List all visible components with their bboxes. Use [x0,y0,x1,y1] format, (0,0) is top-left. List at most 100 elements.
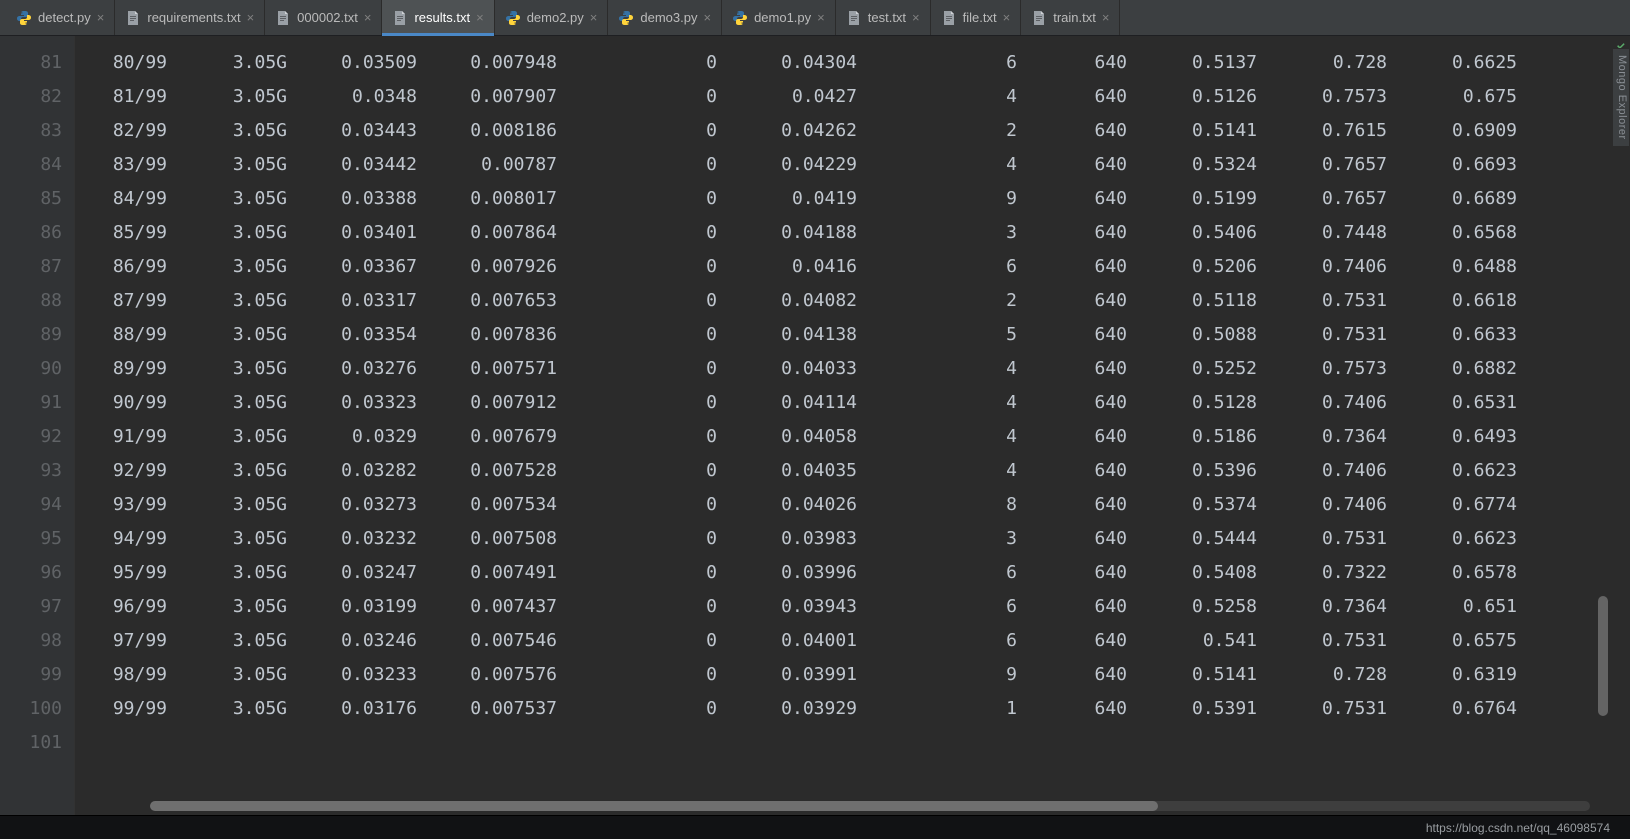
cell: 3.05G [185,386,305,420]
tab-demo2-py[interactable]: demo2.py× [495,0,609,35]
tab-train-txt[interactable]: train.txt× [1021,0,1120,35]
cell: 640 [1035,182,1145,216]
horizontal-scrollbar[interactable] [150,801,1590,811]
cell: 0.7531 [1275,692,1405,726]
cell: 0 [575,284,735,318]
cell: 0 [575,46,735,80]
cell: 0.7531 [1275,318,1405,352]
text-row: 99/993.05G0.031760.00753700.0392916400.5… [75,692,1630,726]
tab-detect-py[interactable]: detect.py× [6,0,115,35]
cell: 0.5206 [1145,250,1275,284]
tab-demo3-py[interactable]: demo3.py × [608,0,722,35]
vertical-scrollbar[interactable] [1598,596,1608,716]
cell: 0.03943 [735,590,875,624]
cell: 0.5199 [1145,182,1275,216]
text-file-icon [846,10,862,26]
close-icon[interactable]: × [817,11,825,24]
cell: 95/99 [75,556,185,590]
cell: 98/99 [75,658,185,692]
cell: 0.0348 [305,80,435,114]
cell: 0.5374 [1145,488,1275,522]
close-icon[interactable]: × [590,11,598,24]
close-icon[interactable]: × [476,11,484,24]
cell: 3.05G [185,216,305,250]
cell: 0 [575,420,735,454]
cell: 0.007926 [435,250,575,284]
tab-file-txt[interactable]: file.txt× [931,0,1022,35]
tab-demo1-py[interactable]: demo1.py × [722,0,836,35]
text-row: 90/993.05G0.033230.00791200.0411446400.5… [75,386,1630,420]
cell: 3.05G [185,352,305,386]
cell: 0 [575,250,735,284]
tab-results-txt[interactable]: results.txt× [382,0,494,35]
cell: 4 [875,80,1035,114]
cell: 1 [875,692,1035,726]
close-icon[interactable]: × [364,11,372,24]
cell: 0.03991 [735,658,875,692]
line-number: 94 [0,488,62,522]
cell: 0.7657 [1275,148,1405,182]
cell: 0.03247 [305,556,435,590]
close-icon[interactable]: × [1003,11,1011,24]
cell: 0.6623 [1405,454,1535,488]
cell: 0.007534 [435,488,575,522]
cell: 0.5141 [1145,114,1275,148]
cell: 0.0419 [735,182,875,216]
tab-bar: detect.py×requirements.txt×000002.txt×re… [0,0,1630,36]
line-number: 84 [0,148,62,182]
cell: 2 [875,284,1035,318]
cell: 97/99 [75,624,185,658]
cell: 0.03442 [305,148,435,182]
cell: 0 [575,216,735,250]
cell: 0 [575,522,735,556]
python-file-icon [16,10,32,26]
cell: 0.04058 [735,420,875,454]
line-number: 87 [0,250,62,284]
cell: 9 [875,658,1035,692]
cell: 3.05G [185,624,305,658]
line-number: 81 [0,46,62,80]
tab-requirements-txt[interactable]: requirements.txt × [115,0,265,35]
cell: 0.5258 [1145,590,1275,624]
close-icon[interactable]: × [703,11,711,24]
text-file-icon [275,10,291,26]
tab-000002-txt[interactable]: 000002.txt× [265,0,382,35]
line-number: 91 [0,386,62,420]
line-number: 97 [0,590,62,624]
cell: 3.05G [185,522,305,556]
cell: 3.05G [185,318,305,352]
tab-label: demo1.py [754,10,811,25]
status-watermark: https://blog.csdn.net/qq_46098574 [1426,821,1610,835]
tab-label: demo3.py [640,10,697,25]
close-icon[interactable]: × [247,11,255,24]
side-tool-mongo-explorer[interactable]: Mongo Explorer [1612,48,1630,147]
line-number: 88 [0,284,62,318]
cell: 640 [1035,216,1145,250]
cell: 0.04001 [735,624,875,658]
cell: 85/99 [75,216,185,250]
cell: 0.03176 [305,692,435,726]
cell: 0.007679 [435,420,575,454]
line-number: 95 [0,522,62,556]
tab-test-txt[interactable]: test.txt× [836,0,931,35]
cell: 0.03273 [305,488,435,522]
cell: 640 [1035,488,1145,522]
editor: 8182838485868788899091929394959697989910… [0,36,1630,815]
cell: 3.05G [185,148,305,182]
cell: 0.7657 [1275,182,1405,216]
text-content[interactable]: 80/993.05G0.035090.00794800.0430466400.5… [75,36,1630,815]
cell: 0.04188 [735,216,875,250]
cell: 0.04033 [735,352,875,386]
cell: 3 [875,216,1035,250]
close-icon[interactable]: × [912,11,920,24]
cell: 0.6578 [1405,556,1535,590]
cell: 0.6568 [1405,216,1535,250]
tab-label: requirements.txt [147,10,240,25]
text-row: 84/993.05G0.033880.00801700.041996400.51… [75,182,1630,216]
close-icon[interactable]: × [97,11,105,24]
close-icon[interactable]: × [1102,11,1110,24]
cell: 87/99 [75,284,185,318]
cell: 0.04229 [735,148,875,182]
cell: 0.6493 [1405,420,1535,454]
text-file-icon [941,10,957,26]
